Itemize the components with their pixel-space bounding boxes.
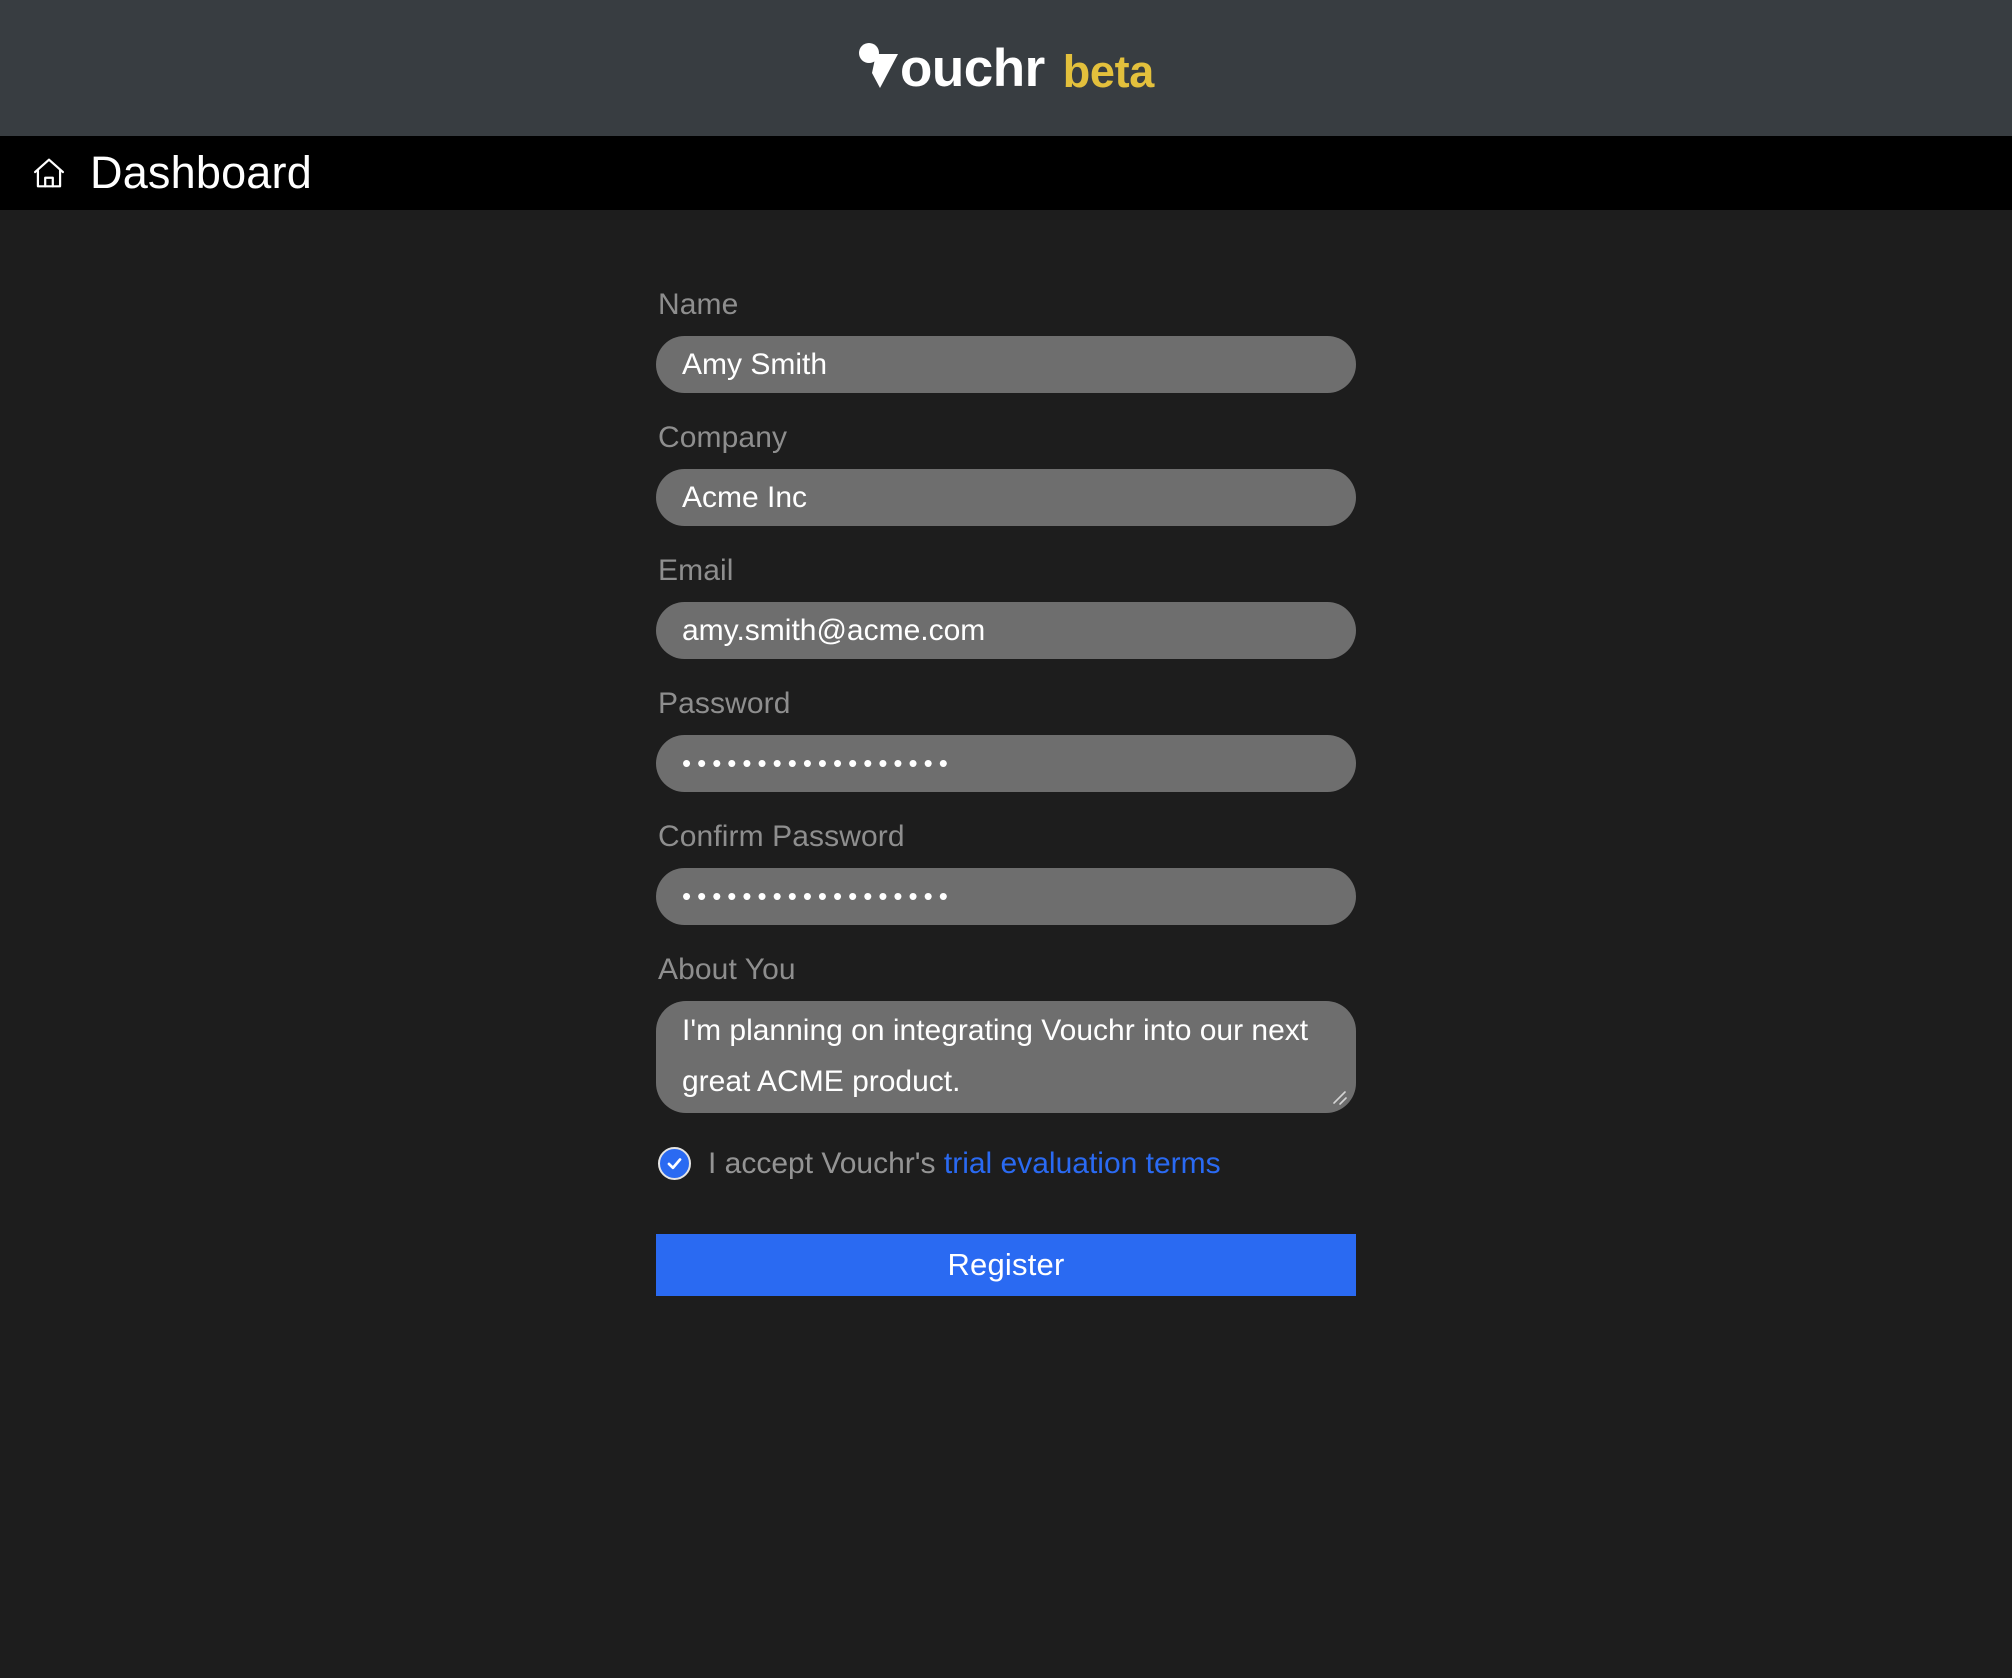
terms-consent-row[interactable]: I accept Vouchr's trial evaluation terms [656, 1147, 1356, 1180]
field-group-confirm-password: Confirm Password [656, 820, 1356, 925]
register-button[interactable]: Register [656, 1234, 1356, 1296]
vouchr-v-mark [858, 43, 898, 88]
about-you-wrapper: I'm planning on integrating Vouchr into … [656, 1001, 1356, 1113]
consent-prefix: I accept Vouchr's [708, 1147, 936, 1180]
confirm-password-label: Confirm Password [658, 820, 905, 853]
name-input[interactable] [656, 336, 1356, 393]
registration-form: Name Company Email Password Confirm Pass… [656, 210, 1356, 1678]
company-input[interactable] [656, 469, 1356, 526]
about-you-label: About You [658, 953, 796, 986]
checkmark-icon [667, 1158, 682, 1170]
brand-wordmark: ouchr [899, 38, 1045, 98]
name-label: Name [658, 288, 739, 321]
password-input[interactable] [656, 735, 1356, 792]
brand-header: ouchr beta [0, 0, 2012, 136]
email-label: Email [658, 554, 734, 587]
consent-text: I accept Vouchr's trial evaluation terms [708, 1147, 1221, 1180]
field-group-about-you: About You I'm planning on integrating Vo… [656, 953, 1356, 1113]
password-label: Password [658, 687, 791, 720]
trial-evaluation-terms-link[interactable]: trial evaluation terms [944, 1147, 1221, 1180]
vouchr-logo: ouchr [858, 42, 1045, 95]
dashboard-nav-bar: Dashboard [0, 136, 2012, 210]
beta-badge: beta [1062, 45, 1155, 97]
brand-lockup: ouchr beta [858, 42, 1154, 95]
page-title: Dashboard [90, 146, 312, 198]
registration-page-body: Name Company Email Password Confirm Pass… [0, 210, 2012, 1678]
about-you-textarea[interactable]: I'm planning on integrating Vouchr into … [656, 1001, 1356, 1113]
email-input[interactable] [656, 602, 1356, 659]
field-group-name: Name [656, 288, 1356, 393]
field-group-company: Company [656, 421, 1356, 526]
field-group-email: Email [656, 554, 1356, 659]
company-label: Company [658, 421, 788, 454]
field-group-password: Password [656, 687, 1356, 792]
confirm-password-input[interactable] [656, 868, 1356, 925]
accept-terms-checkbox[interactable] [658, 1147, 691, 1180]
home-icon[interactable] [30, 154, 68, 192]
